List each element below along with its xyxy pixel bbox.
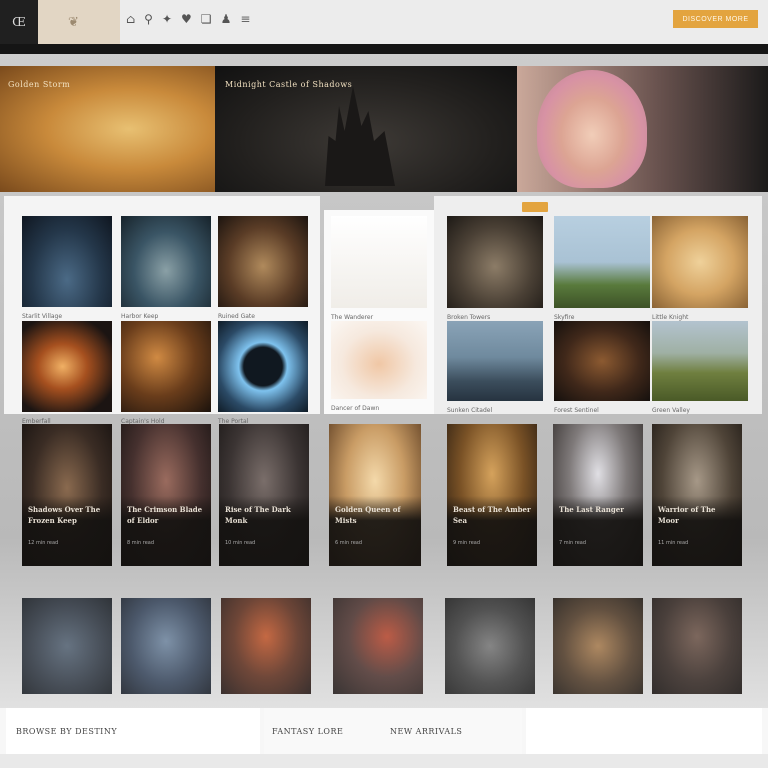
thumbnail-caption: Forest Sentinel xyxy=(554,407,599,414)
footer-segment[interactable]: BROWSE BY DESTINY xyxy=(6,708,260,754)
thumbnail-caption: Ruined Gate xyxy=(218,313,255,320)
card-meta: 6 min read xyxy=(335,540,363,546)
menu-icon[interactable]: ≡ xyxy=(240,12,250,26)
gallery-thumbnail[interactable]: Skyfire xyxy=(554,216,650,321)
card-title: Warrior of The Moor xyxy=(658,505,716,525)
more-story-thumbnail[interactable] xyxy=(22,598,112,694)
card-meta: 8 min read xyxy=(127,540,155,546)
more-story-thumbnail[interactable] xyxy=(221,598,311,694)
thumbnail-caption: Harbor Keep xyxy=(121,313,159,320)
thumbnail-caption: The Wanderer xyxy=(331,314,374,321)
top-navigation-bar: Œ ❦ ⌂ ⚲ ✦ ♥ ❏ ♟ ≡ DISCOVER MORE xyxy=(0,0,768,44)
story-card[interactable]: Shadows Over The Frozen Keep 12 min read xyxy=(22,424,112,566)
story-card[interactable]: Golden Queen of Mists 6 min read xyxy=(329,424,421,566)
hero-banner-castle[interactable]: Midnight Castle of Shadows xyxy=(215,66,517,192)
gallery-thumbnail[interactable]: Harbor Keep xyxy=(121,216,211,320)
star-icon[interactable]: ✦ xyxy=(162,12,172,26)
gallery-thumbnail[interactable]: Emberfall xyxy=(22,321,112,425)
hero-caption: Golden Storm xyxy=(8,80,71,89)
user-icon[interactable]: ♟ xyxy=(221,12,232,26)
nav-icon-group: ⌂ ⚲ ✦ ♥ ❏ ♟ ≡ xyxy=(126,12,250,26)
thumbnail-caption: Dancer of Dawn xyxy=(331,405,380,412)
story-card[interactable]: Rise of The Dark Monk 10 min read xyxy=(219,424,309,566)
thumbnail-caption: Little Knight xyxy=(652,314,689,321)
gallery-thumbnail[interactable]: Sunken Citadel xyxy=(447,321,543,414)
emblem-icon: ❦ xyxy=(68,14,79,29)
footer-segment[interactable]: FANTASY LORE NEW ARRIVALS xyxy=(264,708,522,754)
more-story-thumbnail[interactable] xyxy=(652,598,742,694)
heart-icon[interactable]: ♥ xyxy=(181,12,192,26)
castle-silhouette xyxy=(325,86,395,186)
footer-link-browse[interactable]: BROWSE BY DESTINY xyxy=(16,727,117,736)
search-icon[interactable]: ⚲ xyxy=(144,12,153,26)
card-title: The Crimson Blade of Eldor xyxy=(127,505,203,525)
home-icon[interactable]: ⌂ xyxy=(126,12,135,26)
thumbnail-caption: Broken Towers xyxy=(447,314,491,321)
hero-banner-golden[interactable]: Golden Storm xyxy=(0,66,215,192)
thumbnail-caption: Sunken Citadel xyxy=(447,407,493,414)
story-card[interactable]: Warrior of The Moor 11 min read xyxy=(652,424,742,566)
more-story-thumbnail[interactable] xyxy=(445,598,535,694)
card-title: The Last Ranger xyxy=(559,505,624,514)
thumbnail-caption: Skyfire xyxy=(554,314,575,321)
more-story-thumbnail[interactable] xyxy=(553,598,643,694)
footer-segment xyxy=(526,708,762,754)
gallery-thumbnail[interactable]: Green Valley xyxy=(652,321,748,414)
bookmark-icon[interactable]: ❏ xyxy=(201,12,212,26)
featured-thumbnail[interactable]: The Wanderer xyxy=(331,216,427,321)
footer-link-lore[interactable]: FANTASY LORE xyxy=(272,727,343,736)
featured-thumbnail[interactable]: Dancer of Dawn xyxy=(331,321,427,412)
gallery-thumbnail[interactable]: Little Knight xyxy=(652,216,748,321)
card-title: Rise of The Dark Monk xyxy=(225,505,291,525)
bottom-strip xyxy=(0,754,768,768)
more-story-thumbnail[interactable] xyxy=(121,598,211,694)
header-divider xyxy=(0,44,768,54)
hero-caption: Midnight Castle of Shadows xyxy=(225,80,353,89)
logo-text: Œ xyxy=(12,15,26,29)
gallery-thumbnail[interactable]: Captain's Hold xyxy=(121,321,211,425)
story-card[interactable]: The Last Ranger 7 min read xyxy=(553,424,643,566)
card-meta: 11 min read xyxy=(658,540,689,546)
gallery-thumbnail[interactable]: Forest Sentinel xyxy=(554,321,650,414)
discover-button[interactable]: DISCOVER MORE xyxy=(673,10,758,28)
card-meta: 12 min read xyxy=(28,540,59,546)
active-nav-tab[interactable]: ❦ xyxy=(38,0,120,44)
footer-link-new[interactable]: NEW ARRIVALS xyxy=(390,727,462,736)
page: Œ ❦ ⌂ ⚲ ✦ ♥ ❏ ♟ ≡ DISCOVER MORE Golden S… xyxy=(0,0,768,768)
story-card[interactable]: Beast of The Amber Sea 9 min read xyxy=(447,424,537,566)
more-story-thumbnail[interactable] xyxy=(333,598,423,694)
footer-bar: BROWSE BY DESTINY FANTASY LORE NEW ARRIV… xyxy=(0,708,768,754)
hero-banner-portrait[interactable] xyxy=(517,66,768,192)
site-logo[interactable]: Œ xyxy=(0,0,38,44)
gallery-thumbnail[interactable]: The Portal xyxy=(218,321,308,425)
card-meta: 9 min read xyxy=(453,540,481,546)
new-badge xyxy=(522,202,548,212)
thumbnail-caption: Green Valley xyxy=(652,407,690,414)
card-title: Golden Queen of Mists xyxy=(335,505,401,525)
card-title: Beast of The Amber Sea xyxy=(453,505,531,525)
gallery-thumbnail[interactable]: Broken Towers xyxy=(447,216,543,321)
card-title: Shadows Over The Frozen Keep xyxy=(28,505,101,525)
thumbnail-caption: Starlit Village xyxy=(22,313,63,320)
story-card[interactable]: The Crimson Blade of Eldor 8 min read xyxy=(121,424,211,566)
gallery-thumbnail[interactable]: Ruined Gate xyxy=(218,216,308,320)
gallery-thumbnail[interactable]: Starlit Village xyxy=(22,216,112,320)
portrait-figure xyxy=(537,70,647,188)
card-meta: 7 min read xyxy=(559,540,587,546)
card-meta: 10 min read xyxy=(225,540,256,546)
